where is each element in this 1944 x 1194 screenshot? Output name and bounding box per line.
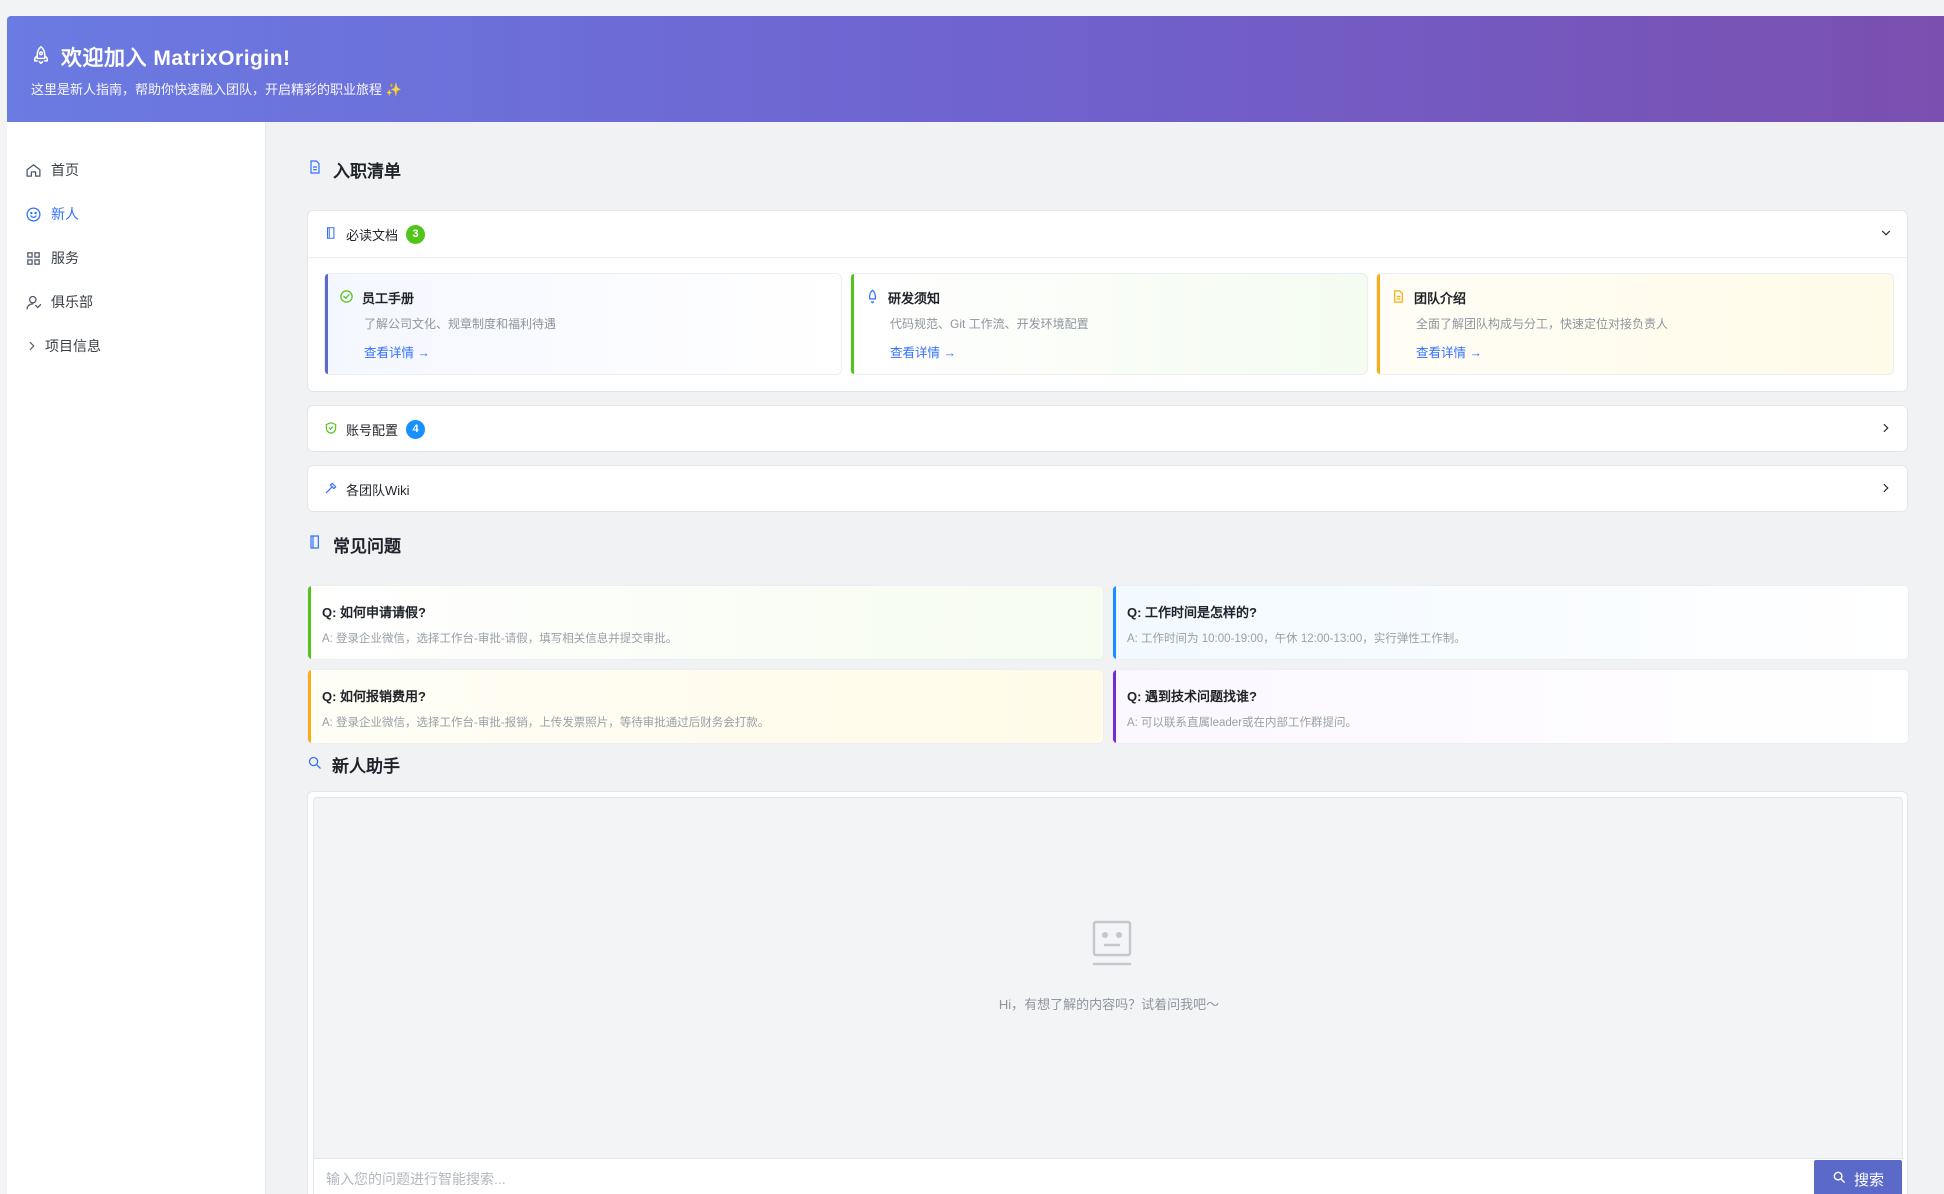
- faq-answer: A: 工作时间为 10:00-19:00，午休 12:00-13:00，实行弹性…: [1127, 633, 1466, 645]
- sidebar-item-label: 首页: [51, 162, 79, 178]
- faq-answer: A: 登录企业微信，选择工作台-审批-报销，上传发票照片，等待审批通过后财务会打…: [322, 717, 770, 729]
- sidebar-item-club[interactable]: 俱乐部: [25, 291, 93, 313]
- search-button[interactable]: 搜索: [1814, 1160, 1902, 1194]
- welcome-banner: 欢迎加入 MatrixOrigin! 这里是新人指南，帮助你快速融入团队，开启精…: [7, 16, 1944, 122]
- required-docs-header[interactable]: 必读文档 3: [324, 211, 426, 257]
- document-icon: [307, 159, 323, 180]
- faq-item-reimburse[interactable]: Q: 如何报销费用? A: 登录企业微信，选择工作台-审批-报销，上传发票照片，…: [307, 669, 1104, 744]
- main-content: 入职清单 必读文档 3 员工手册 了解公司文化、规章制度和福利待遇 查看详情 →…: [266, 122, 1944, 1194]
- assistant-section-title: 新人助手: [307, 752, 400, 777]
- search-icon: [1832, 1170, 1846, 1188]
- chevron-right-icon[interactable]: [1879, 421, 1893, 440]
- grid-icon: [25, 250, 42, 267]
- sidebar-item-label: 项目信息: [45, 338, 101, 354]
- page-subtitle: 这里是新人指南，帮助你快速融入团队，开启精彩的职业旅程 ✨: [31, 82, 402, 97]
- faq-accent-bar: [308, 586, 311, 659]
- assistant-chat-area: Hi，有想了解的内容吗？试着问我吧～ 搜索: [313, 797, 1904, 1194]
- rocket-icon: [31, 45, 51, 70]
- faq-accent-bar: [1113, 586, 1116, 659]
- section-title-text: 常见问题: [333, 537, 401, 556]
- doc-card-team-intro[interactable]: 团队介绍 全面了解团队构成与分工，快速定位对接负责人 查看详情 →: [1376, 273, 1894, 375]
- faq-item-leave[interactable]: Q: 如何申请请假? A: 登录企业微信，选择工作台-审批-请假，填写相关信息并…: [307, 585, 1104, 660]
- faq-question: Q: 如何申请请假?: [322, 605, 426, 620]
- card-accent-bar: [325, 274, 328, 374]
- faq-question: Q: 如何报销费用?: [322, 689, 426, 704]
- faq-question: Q: 遇到技术问题找谁?: [1127, 689, 1257, 704]
- card-desc: 全面了解团队构成与分工，快速定位对接负责人: [1416, 317, 1669, 331]
- faq-item-tech[interactable]: Q: 遇到技术问题找谁? A: 可以联系直属leader或在内部工作群提问。: [1112, 669, 1909, 744]
- view-details-link[interactable]: 查看详情 →: [364, 342, 430, 361]
- divider: [308, 257, 1907, 258]
- search-bar: 搜索: [314, 1158, 1904, 1194]
- card-title: 团队介绍: [1414, 291, 1467, 306]
- chevron-right-icon[interactable]: [1879, 481, 1893, 500]
- faq-answer: A: 可以联系直属leader或在内部工作群提问。: [1127, 717, 1358, 729]
- team-wiki-header: 各团队Wiki: [324, 466, 410, 512]
- sidebar-item-newcomer[interactable]: 新人: [25, 203, 79, 225]
- doc-card-handbook[interactable]: 员工手册 了解公司文化、规章制度和福利待遇 查看详情 →: [324, 273, 842, 375]
- smile-icon: [25, 206, 42, 223]
- robot-icon: [1091, 919, 1133, 972]
- card-desc: 了解公司文化、规章制度和福利待遇: [364, 317, 557, 331]
- faq-question: Q: 工作时间是怎样的?: [1127, 605, 1257, 620]
- faq-item-hours[interactable]: Q: 工作时间是怎样的? A: 工作时间为 10:00-19:00，午休 12:…: [1112, 585, 1909, 660]
- card-title: 研发须知: [888, 291, 941, 306]
- panel-label: 必读文档: [346, 227, 399, 243]
- app-page: 欢迎加入 MatrixOrigin! 这里是新人指南，帮助你快速融入团队，开启精…: [7, 16, 1944, 1194]
- faq-accent-bar: [1113, 670, 1116, 743]
- user-icon: [25, 294, 42, 311]
- onboarding-section-title: 入职清单: [307, 157, 401, 182]
- view-details-link[interactable]: 查看详情 →: [1416, 342, 1482, 361]
- search-button-label: 搜索: [1853, 1171, 1884, 1189]
- card-accent-bar: [851, 274, 854, 374]
- search-icon: [307, 755, 322, 775]
- rocket-icon: [865, 289, 880, 307]
- empty-state-text: Hi，有想了解的内容吗？试着问我吧～: [998, 997, 1220, 1012]
- card-title: 员工手册: [362, 291, 415, 306]
- check-circle-icon: [339, 289, 354, 307]
- doc-card-dev-guide[interactable]: 研发须知 代码规范、Git 工作流、开发环境配置 查看详情 →: [850, 273, 1368, 375]
- home-icon: [25, 162, 42, 179]
- book-icon: [324, 226, 338, 243]
- assistant-panel: Hi，有想了解的内容吗？试着问我吧～ 搜索: [307, 791, 1908, 1194]
- tool-icon: [324, 481, 338, 498]
- sidebar-item-label: 俱乐部: [51, 294, 93, 310]
- chevron-down-icon[interactable]: [1879, 226, 1893, 245]
- book-icon: [307, 534, 323, 555]
- section-title-text: 新人助手: [332, 757, 400, 776]
- sidebar: 首页 新人 服务 俱乐部 项目信息: [7, 122, 266, 1194]
- section-title-text: 入职清单: [333, 162, 401, 181]
- file-text-icon: [1391, 289, 1406, 307]
- sidebar-item-services[interactable]: 服务: [25, 247, 79, 269]
- view-details-link[interactable]: 查看详情 →: [890, 342, 956, 361]
- sidebar-item-home[interactable]: 首页: [25, 159, 79, 181]
- required-docs-panel: 必读文档 3 员工手册 了解公司文化、规章制度和福利待遇 查看详情 → 研发须知…: [307, 210, 1908, 392]
- count-badge: 4: [406, 419, 426, 439]
- page-title: 欢迎加入 MatrixOrigin!: [61, 47, 291, 70]
- sidebar-item-label: 服务: [51, 250, 79, 266]
- shield-icon: [324, 421, 338, 438]
- faq-accent-bar: [308, 670, 311, 743]
- sidebar-item-label: 新人: [51, 206, 79, 222]
- sidebar-item-projects[interactable]: 项目信息: [25, 335, 101, 357]
- card-accent-bar: [1377, 274, 1380, 374]
- account-config-header: 账号配置 4: [324, 406, 426, 452]
- account-config-panel[interactable]: 账号配置 4: [307, 405, 1908, 452]
- card-desc: 代码规范、Git 工作流、开发环境配置: [890, 317, 1089, 331]
- team-wiki-panel[interactable]: 各团队Wiki: [307, 465, 1908, 512]
- panel-label: 账号配置: [346, 422, 399, 438]
- faq-section-title: 常见问题: [307, 532, 401, 557]
- count-badge: 3: [406, 224, 426, 244]
- chevron-right-icon: [25, 339, 39, 353]
- search-input[interactable]: [314, 1159, 1816, 1194]
- faq-answer: A: 登录企业微信，选择工作台-审批-请假，填写相关信息并提交审批。: [322, 633, 678, 645]
- panel-label: 各团队Wiki: [346, 482, 410, 498]
